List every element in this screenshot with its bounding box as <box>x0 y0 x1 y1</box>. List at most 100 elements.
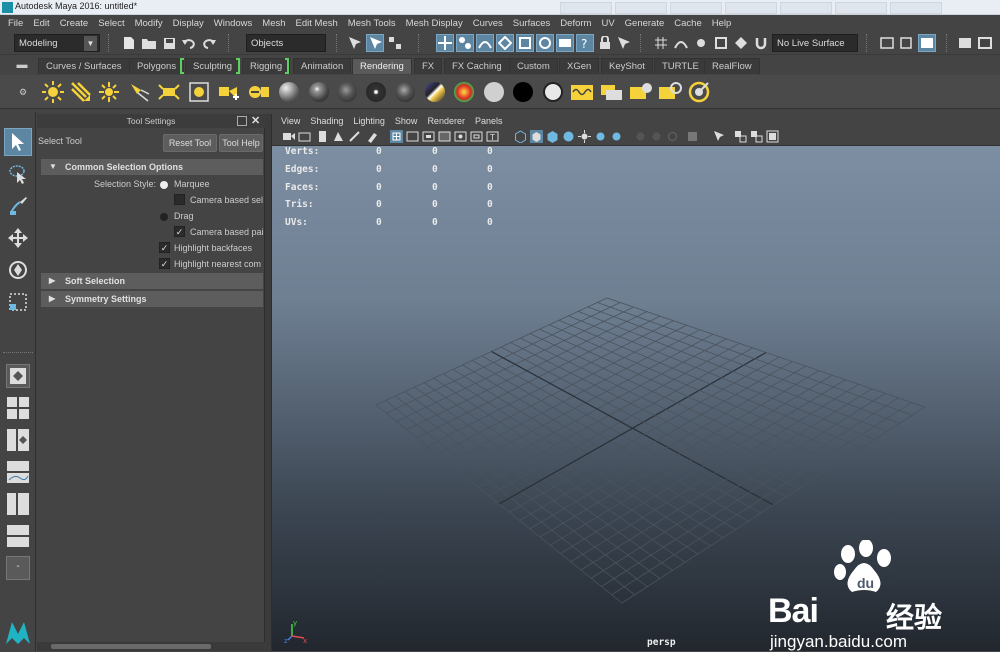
live-surface-field[interactable]: No Live Surface <box>772 34 858 52</box>
camera-aim-icon[interactable] <box>216 79 242 105</box>
background-tab[interactable] <box>615 2 667 14</box>
menu-generate[interactable]: Generate <box>620 18 670 29</box>
wireframe-on-shaded-icon[interactable] <box>546 130 559 143</box>
symmetry-settings-frame-header[interactable]: ▶ Symmetry Settings <box>41 291 263 307</box>
menu-modify[interactable]: Modify <box>130 18 168 29</box>
select-by-curve-icon[interactable] <box>476 34 494 52</box>
textured-icon[interactable] <box>562 130 575 143</box>
single-perspective-layout-icon[interactable] <box>6 364 30 388</box>
snap-point-icon[interactable] <box>692 34 710 52</box>
menu-edit[interactable]: Edit <box>28 18 54 29</box>
background-tab[interactable] <box>780 2 832 14</box>
select-hierarchy-icon[interactable] <box>346 34 364 52</box>
background-tab[interactable] <box>890 2 942 14</box>
tab-rigging[interactable]: Rigging <box>242 58 291 74</box>
four-view-layout-icon[interactable] <box>6 396 30 420</box>
motion-blur-icon[interactable] <box>634 130 647 143</box>
anisotropic-shader-icon[interactable] <box>392 79 418 105</box>
lock-selection-icon[interactable] <box>596 34 614 52</box>
grease-pencil-icon[interactable] <box>366 130 379 143</box>
ramp-shader-icon[interactable] <box>451 79 477 105</box>
bookmarks-icon[interactable] <box>316 130 329 143</box>
tab-sculpting[interactable]: Sculpting <box>185 58 241 74</box>
surface-shader-icon[interactable] <box>481 79 507 105</box>
menu-mesh-tools[interactable]: Mesh Tools <box>343 18 401 29</box>
gate-mask-icon[interactable] <box>438 130 451 143</box>
snap-magnet-icon[interactable] <box>752 34 770 52</box>
viewport-menu-lighting[interactable]: Lighting <box>348 116 390 126</box>
shadows-icon[interactable] <box>594 130 607 143</box>
use-background-shader-icon[interactable] <box>510 79 536 105</box>
directional-light-icon[interactable] <box>68 79 94 105</box>
undo-icon[interactable] <box>180 34 198 52</box>
snap-view-plane-icon[interactable] <box>712 34 730 52</box>
menu-display[interactable]: Display <box>168 18 209 29</box>
common-selection-frame-header[interactable]: ▼ Common Selection Options <box>41 159 263 175</box>
xray-icon[interactable] <box>712 130 725 143</box>
tab-realflow[interactable]: RealFlow <box>704 58 760 74</box>
background-tab[interactable] <box>725 2 777 14</box>
menu-uv[interactable]: UV <box>596 18 619 29</box>
image-plane-icon[interactable] <box>332 130 345 143</box>
safe-action-icon[interactable] <box>470 130 483 143</box>
menu-mesh[interactable]: Mesh <box>257 18 290 29</box>
menu-windows[interactable]: Windows <box>209 18 258 29</box>
construction-history-icon[interactable] <box>918 34 936 52</box>
tab-fx[interactable]: FX <box>414 58 443 74</box>
background-tab[interactable] <box>560 2 612 14</box>
depth-of-field-icon[interactable] <box>666 130 679 143</box>
tab-rendering[interactable]: Rendering <box>352 58 412 74</box>
tab-xgen[interactable]: XGen <box>559 58 600 74</box>
menu-help[interactable]: Help <box>707 18 737 29</box>
close-icon[interactable]: ✕ <box>251 114 263 128</box>
wireframe-icon[interactable] <box>514 130 527 143</box>
tab-custom[interactable]: Custom <box>509 58 558 74</box>
area-light-icon[interactable] <box>156 79 182 105</box>
camera-attributes-icon[interactable] <box>298 130 311 143</box>
camera-aim-up-icon[interactable] <box>246 79 272 105</box>
white-shader-icon[interactable] <box>540 79 566 105</box>
select-by-rendering-icon[interactable] <box>556 34 574 52</box>
menu-edit-mesh[interactable]: Edit Mesh <box>291 18 343 29</box>
tab-curves-surfaces[interactable]: Curves / Surfaces <box>38 58 130 74</box>
viewport-menu-renderer[interactable]: Renderer <box>422 116 470 126</box>
layout-more-button[interactable]: - <box>6 556 30 580</box>
layered-shader-icon[interactable] <box>422 79 448 105</box>
save-scene-icon[interactable] <box>160 34 178 52</box>
scale-tool-icon[interactable] <box>4 288 32 316</box>
resolution-gate-icon[interactable] <box>422 130 435 143</box>
blinn-shader-icon[interactable] <box>306 79 332 105</box>
menu-create[interactable]: Create <box>55 18 94 29</box>
background-tab[interactable] <box>670 2 722 14</box>
tab-keyshot[interactable]: KeyShot <box>601 58 653 74</box>
render-current-frame-icon[interactable] <box>599 79 625 105</box>
select-camera-icon[interactable] <box>282 130 295 143</box>
phong-shader-icon[interactable] <box>334 79 360 105</box>
xray-components-icon[interactable] <box>750 130 763 143</box>
float-panel-icon[interactable] <box>237 116 247 126</box>
snap-grid-icon[interactable] <box>652 34 670 52</box>
menuset-dropdown[interactable]: Modeling ▼ <box>14 34 100 52</box>
gear-icon[interactable]: ⚙ <box>14 83 32 101</box>
tab-fx-caching[interactable]: FX Caching <box>444 58 510 74</box>
make-live-icon[interactable] <box>732 34 750 52</box>
marquee-radio[interactable] <box>160 181 168 189</box>
tab-polygons[interactable]: Polygons <box>129 58 185 74</box>
drag-radio[interactable] <box>160 213 168 221</box>
output-ops-icon[interactable] <box>898 34 916 52</box>
persp-uv-layout-icon[interactable] <box>6 524 30 548</box>
selection-mode-dropdown[interactable]: Objects <box>246 34 326 52</box>
lasso-tool-icon[interactable] <box>4 160 32 188</box>
phong-e-shader-icon[interactable] <box>363 79 389 105</box>
select-misc-icon[interactable]: ? <box>576 34 594 52</box>
open-scene-icon[interactable] <box>140 34 158 52</box>
viewport-menu-panels[interactable]: Panels <box>470 116 508 126</box>
smooth-shade-icon[interactable] <box>530 130 543 143</box>
horizontal-scrollbar[interactable] <box>37 642 265 651</box>
persp-graph-layout-icon[interactable] <box>6 460 30 484</box>
persp-outliner-layout-icon[interactable] <box>6 428 30 452</box>
field-chart-icon[interactable] <box>454 130 467 143</box>
select-by-joint-icon[interactable] <box>456 34 474 52</box>
tab-turtle[interactable]: TURTLE <box>654 58 707 74</box>
multisample-aa-icon[interactable] <box>650 130 663 143</box>
